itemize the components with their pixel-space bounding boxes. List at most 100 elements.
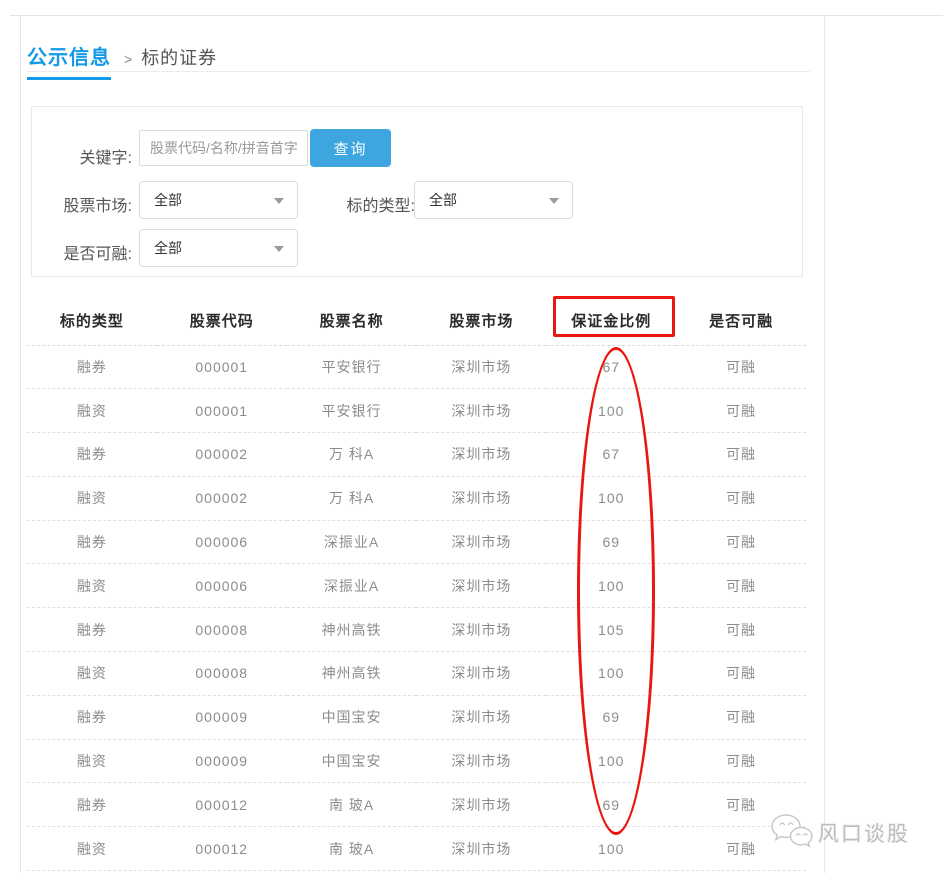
cell-stock-market: 深圳市场 bbox=[416, 564, 546, 608]
cell-stock-name: 深振业A bbox=[287, 564, 417, 608]
cell-financeable: 可融 bbox=[676, 564, 806, 608]
cell-stock-name: 南 玻A bbox=[287, 827, 417, 871]
cell-stock-market: 深圳市场 bbox=[416, 739, 546, 783]
cell-stock-name: 平安银行 bbox=[287, 389, 417, 433]
filter-panel: 关键字: 查询 股票市场: 全部 标的类型: 全部 是否可融: 全部 bbox=[31, 106, 803, 277]
cell-target-type: 融资 bbox=[27, 389, 157, 433]
cell-stock-code: 000001 bbox=[157, 389, 287, 433]
header-target-type: 标的类型 bbox=[27, 296, 157, 345]
cell-financeable: 可融 bbox=[676, 652, 806, 696]
cell-stock-name: 中国宝安 bbox=[287, 695, 417, 739]
cell-stock-market: 深圳市场 bbox=[416, 389, 546, 433]
target-type-value: 全部 bbox=[429, 190, 457, 210]
cell-stock-name: 万 科A bbox=[287, 476, 417, 520]
target-type-select[interactable]: 全部 bbox=[414, 181, 573, 219]
header-margin-ratio: 保证金比例 bbox=[546, 296, 676, 345]
cell-financeable: 可融 bbox=[676, 433, 806, 477]
cell-stock-code: 000012 bbox=[157, 827, 287, 871]
table-row: 融券 000001 平安银行 深圳市场 67 可融 bbox=[27, 345, 806, 389]
stock-market-select[interactable]: 全部 bbox=[139, 181, 298, 219]
cell-margin-ratio: 100 bbox=[546, 827, 676, 871]
table-row: 融券 000012 南 玻A 深圳市场 69 可融 bbox=[27, 783, 806, 827]
search-button[interactable]: 查询 bbox=[310, 129, 391, 167]
cell-stock-market: 深圳市场 bbox=[416, 827, 546, 871]
cell-target-type: 融券 bbox=[27, 608, 157, 652]
panel-top-border bbox=[10, 15, 943, 16]
wechat-chat-bubbles-icon bbox=[769, 810, 815, 856]
cell-stock-name: 深振业A bbox=[287, 520, 417, 564]
chevron-down-icon bbox=[274, 246, 284, 252]
public-info-page: 公示信息 > 标的证券 关键字: 查询 股票市场: 全部 标的类型: 全部 是否… bbox=[0, 0, 943, 873]
cell-financeable: 可融 bbox=[676, 389, 806, 433]
cell-stock-code: 000006 bbox=[157, 564, 287, 608]
table-row: 融券 000008 神州高铁 深圳市场 105 可融 bbox=[27, 608, 806, 652]
breadcrumb: 公示信息 > 标的证券 bbox=[27, 41, 217, 80]
cell-stock-market: 深圳市场 bbox=[416, 652, 546, 696]
cell-stock-code: 000001 bbox=[157, 345, 287, 389]
table-row: 融券 000006 深振业A 深圳市场 69 可融 bbox=[27, 520, 806, 564]
table-row: 融券 000002 万 科A 深圳市场 67 可融 bbox=[27, 433, 806, 477]
table-row: 融券 000009 中国宝安 深圳市场 69 可融 bbox=[27, 695, 806, 739]
cell-target-type: 融券 bbox=[27, 520, 157, 564]
target-type-label: 标的类型: bbox=[300, 192, 415, 216]
cell-stock-code: 000009 bbox=[157, 739, 287, 783]
cell-stock-market: 深圳市场 bbox=[416, 608, 546, 652]
cell-stock-market: 深圳市场 bbox=[416, 345, 546, 389]
cell-margin-ratio: 69 bbox=[546, 783, 676, 827]
securities-table: 标的类型 股票代码 股票名称 股票市场 保证金比例 是否可融 融券 000001… bbox=[27, 296, 806, 871]
table-row: 融资 000001 平安银行 深圳市场 100 可融 bbox=[27, 389, 806, 433]
header-stock-name: 股票名称 bbox=[287, 296, 417, 345]
table-row: 融资 000009 中国宝安 深圳市场 100 可融 bbox=[27, 739, 806, 783]
cell-stock-name: 南 玻A bbox=[287, 783, 417, 827]
cell-target-type: 融资 bbox=[27, 476, 157, 520]
cell-margin-ratio: 67 bbox=[546, 345, 676, 389]
financeable-label: 是否可融: bbox=[32, 240, 132, 264]
cell-target-type: 融券 bbox=[27, 695, 157, 739]
cell-financeable: 可融 bbox=[676, 476, 806, 520]
table-row: 融资 000008 神州高铁 深圳市场 100 可融 bbox=[27, 652, 806, 696]
cell-stock-code: 000008 bbox=[157, 608, 287, 652]
cell-stock-name: 神州高铁 bbox=[287, 652, 417, 696]
panel-left-border bbox=[20, 15, 21, 873]
table-header-row: 标的类型 股票代码 股票名称 股票市场 保证金比例 是否可融 bbox=[27, 296, 806, 345]
panel-right-border bbox=[824, 15, 825, 873]
cell-margin-ratio: 67 bbox=[546, 433, 676, 477]
header-financeable: 是否可融 bbox=[676, 296, 806, 345]
stock-market-label: 股票市场: bbox=[32, 192, 132, 216]
cell-financeable: 可融 bbox=[676, 695, 806, 739]
watermark: 风口谈股 bbox=[769, 810, 910, 856]
cell-stock-code: 000009 bbox=[157, 695, 287, 739]
header-stock-market: 股票市场 bbox=[416, 296, 546, 345]
cell-financeable: 可融 bbox=[676, 739, 806, 783]
cell-target-type: 融资 bbox=[27, 564, 157, 608]
cell-stock-code: 000012 bbox=[157, 783, 287, 827]
cell-stock-market: 深圳市场 bbox=[416, 520, 546, 564]
cell-margin-ratio: 69 bbox=[546, 695, 676, 739]
breadcrumb-section-public-info[interactable]: 公示信息 bbox=[27, 41, 111, 80]
cell-stock-market: 深圳市场 bbox=[416, 695, 546, 739]
keyword-label: 关键字: bbox=[32, 144, 132, 168]
cell-target-type: 融资 bbox=[27, 652, 157, 696]
table-row: 融资 000002 万 科A 深圳市场 100 可融 bbox=[27, 476, 806, 520]
cell-margin-ratio: 100 bbox=[546, 389, 676, 433]
table-row: 融资 000012 南 玻A 深圳市场 100 可融 bbox=[27, 827, 806, 871]
cell-stock-code: 000006 bbox=[157, 520, 287, 564]
stock-market-value: 全部 bbox=[154, 190, 182, 210]
cell-financeable: 可融 bbox=[676, 345, 806, 389]
keyword-input[interactable] bbox=[139, 130, 308, 166]
cell-financeable: 可融 bbox=[676, 608, 806, 652]
breadcrumb-separator: > bbox=[124, 51, 132, 67]
cell-margin-ratio: 100 bbox=[546, 652, 676, 696]
cell-margin-ratio: 100 bbox=[546, 564, 676, 608]
financeable-select[interactable]: 全部 bbox=[139, 229, 298, 267]
cell-target-type: 融资 bbox=[27, 739, 157, 783]
cell-target-type: 融券 bbox=[27, 345, 157, 389]
cell-stock-code: 000002 bbox=[157, 433, 287, 477]
cell-target-type: 融资 bbox=[27, 827, 157, 871]
cell-stock-market: 深圳市场 bbox=[416, 783, 546, 827]
cell-stock-name: 万 科A bbox=[287, 433, 417, 477]
cell-margin-ratio: 100 bbox=[546, 739, 676, 783]
cell-financeable: 可融 bbox=[676, 520, 806, 564]
cell-margin-ratio: 100 bbox=[546, 476, 676, 520]
cell-stock-market: 深圳市场 bbox=[416, 476, 546, 520]
